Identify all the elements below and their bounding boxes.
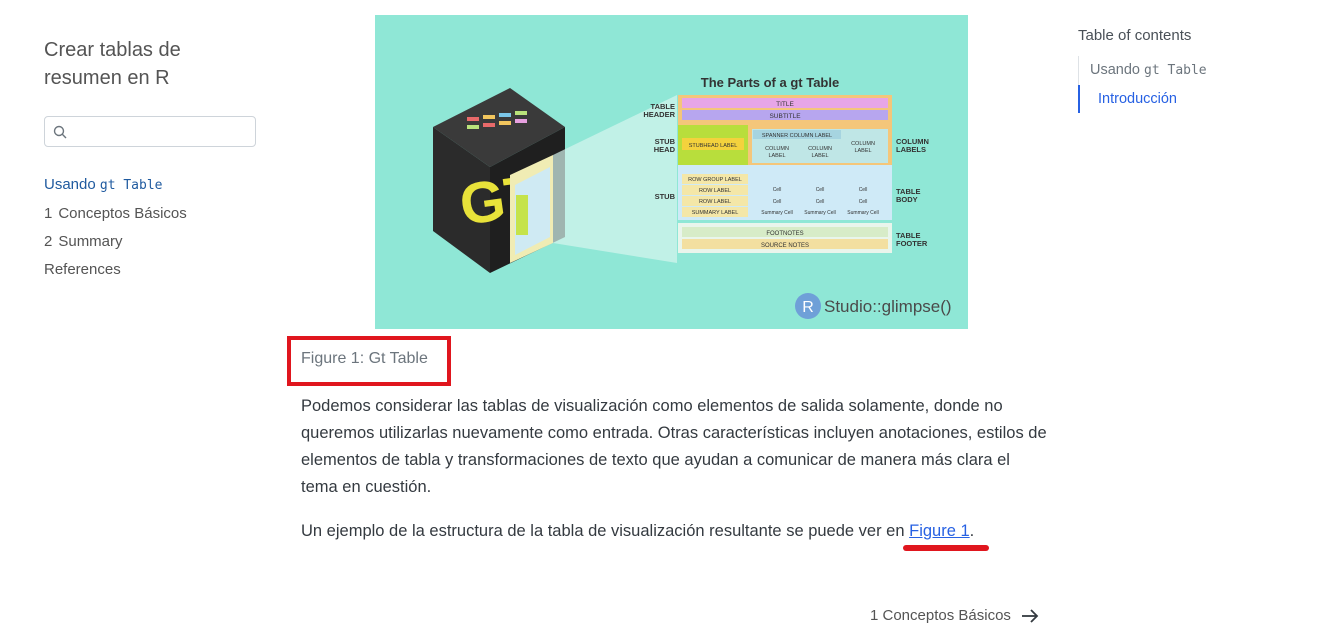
label-table-header-2: HEADER — [643, 110, 675, 119]
diagram-column-label-2: COLUMN — [808, 146, 832, 152]
diagram-column-label-1: COLUMN — [765, 146, 789, 152]
next-page-label: 1 Conceptos Básicos — [870, 607, 1011, 623]
figure-1-link[interactable]: Figure 1 — [909, 522, 970, 540]
book-title-line2[interactable]: resumen en R — [44, 64, 256, 92]
search-input[interactable] — [73, 121, 249, 143]
figure-image: GT The Parts of a gt Table TABLE HEADER … — [375, 15, 968, 329]
diagram-spanner: SPANNER COLUMN LABEL — [762, 133, 832, 139]
diagram-footnotes: FOOTNOTES — [766, 231, 803, 237]
sidebar-item-summary[interactable]: 2 Summary — [44, 228, 256, 256]
sidebar-nav: Usando gt Table 1 Conceptos Básicos 2 Summ… — [44, 171, 256, 284]
diagram-cell: Cell — [859, 199, 868, 205]
diagram-row-label-2: ROW LABEL — [699, 199, 731, 205]
paragraph-2: Un ejemplo de la estructura de la tabla … — [301, 518, 1051, 545]
label-stub: STUB — [655, 192, 676, 201]
diagram-title: The Parts of a gt Table — [701, 75, 839, 90]
sidebar-item-label: Summary — [58, 233, 123, 250]
sidebar-item-code: gt Table — [99, 178, 163, 193]
gt-cube-illustration: GT — [433, 88, 565, 273]
diagram-cell: Cell — [859, 187, 868, 193]
diagram-cell: Cell — [773, 199, 782, 205]
toc-item-usando-gt-table[interactable]: Usando gt Table — [1079, 56, 1318, 85]
paragraph-2-text: Un ejemplo de la estructura de la tabla … — [301, 522, 910, 540]
toc-title: Table of contents — [1078, 27, 1192, 44]
sidebar-item-label: Conceptos Básicos — [58, 205, 187, 222]
toc-item-code: gt Table — [1144, 63, 1207, 78]
diagram-cell: Cell — [773, 187, 782, 193]
table-of-contents: Table of contents Usando gt Table Introd… — [1078, 27, 1318, 113]
search-box[interactable] — [44, 116, 256, 147]
diagram-title-cell: TITLE — [776, 101, 794, 108]
book-title-line1[interactable]: Crear tablas de — [44, 36, 256, 64]
diagram-cell: Cell — [816, 187, 825, 193]
annotation-underline — [903, 545, 989, 551]
toc-list: Usando gt Table Introducción — [1078, 56, 1318, 113]
diagram-column-label-1b: LABEL — [768, 153, 785, 159]
paragraph-1: Podemos considerar las tablas de visuali… — [301, 397, 1047, 496]
arrow-right-icon — [1021, 608, 1039, 623]
diagram-cell: Cell — [816, 199, 825, 205]
diagram-summary-cell: Summary Cell — [804, 210, 835, 216]
paragraph-2-suffix: . — [969, 522, 975, 540]
diagram-stubhead-label: STUBHEAD LABEL — [689, 143, 738, 149]
diagram-row-group-label: ROW GROUP LABEL — [688, 177, 742, 183]
toc-item-label: Usando — [1090, 62, 1145, 78]
book-title[interactable]: Crear tablas de resumen en R — [44, 36, 256, 92]
next-page-link[interactable]: 1 Conceptos Básicos — [870, 607, 1039, 623]
search-icon — [53, 125, 67, 139]
diagram-summary-label: SUMMARY LABEL — [692, 210, 739, 216]
diagram-row-label-1: ROW LABEL — [699, 188, 731, 194]
gt-table-diagram: GT The Parts of a gt Table TABLE HEADER … — [433, 75, 952, 319]
brand-text: Studio::glimpse() — [824, 297, 952, 316]
diagram-source-notes: SOURCE NOTES — [761, 243, 809, 249]
sidebar-item-number: 1 — [44, 205, 53, 222]
diagram-summary-cell: Summary Cell — [847, 210, 878, 216]
label-table-footer-2: FOOTER — [896, 239, 928, 248]
rstudio-logo-letter: R — [802, 299, 814, 316]
diagram-summary-cell: Summary Cell — [761, 210, 792, 216]
label-stub-head-2: HEAD — [654, 145, 676, 154]
label-column-labels-2: LABELS — [896, 145, 926, 154]
sidebar-item-label: References — [44, 261, 121, 278]
diagram-column-label-3: COLUMN — [851, 141, 875, 147]
label-table-body-2: BODY — [896, 195, 918, 204]
sidebar-item-label: Usando — [44, 176, 100, 193]
sidebar-item-number: 2 — [44, 233, 53, 250]
sidebar-item-conceptos-basicos[interactable]: 1 Conceptos Básicos — [44, 200, 256, 228]
sidebar: Crear tablas de resumen en R Usando gt T… — [44, 36, 256, 284]
diagram-column-label-2b: LABEL — [811, 153, 828, 159]
sidebar-item-usando-gt-table[interactable]: Usando gt Table — [44, 171, 256, 200]
toc-item-introduccion[interactable]: Introducción — [1078, 85, 1318, 113]
toc-item-label: Introducción — [1098, 91, 1177, 107]
sidebar-item-references[interactable]: References — [44, 256, 256, 284]
figure-caption: Figure 1: Gt Table — [301, 350, 428, 367]
diagram-subtitle-cell: SUBTITLE — [769, 113, 801, 120]
diagram-column-label-3b: LABEL — [854, 148, 871, 154]
